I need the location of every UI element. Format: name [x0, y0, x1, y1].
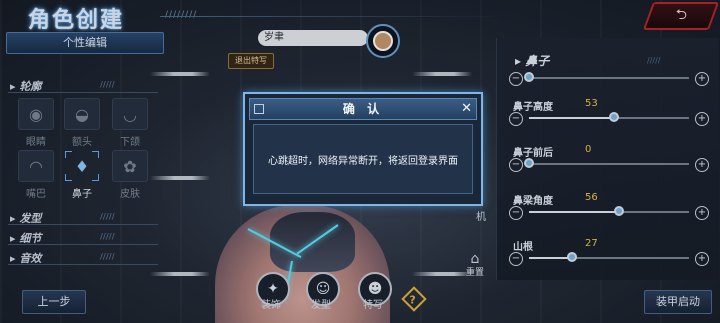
close-icon[interactable]: ✕ [461, 99, 472, 119]
dialog-message-box: 心跳超时，网络异常断开，将返回登录界面 [253, 124, 473, 194]
dialog-message: 心跳超时，网络异常断开，将返回登录界面 [268, 155, 458, 167]
confirm-dialog: 确 认 ✕ 心跳超时，网络异常断开，将返回登录界面 [243, 92, 483, 206]
dialog-header: 确 认 ✕ [249, 98, 477, 120]
dialog-title: 确 认 [342, 102, 384, 116]
dialog-checkbox-icon [254, 104, 264, 114]
